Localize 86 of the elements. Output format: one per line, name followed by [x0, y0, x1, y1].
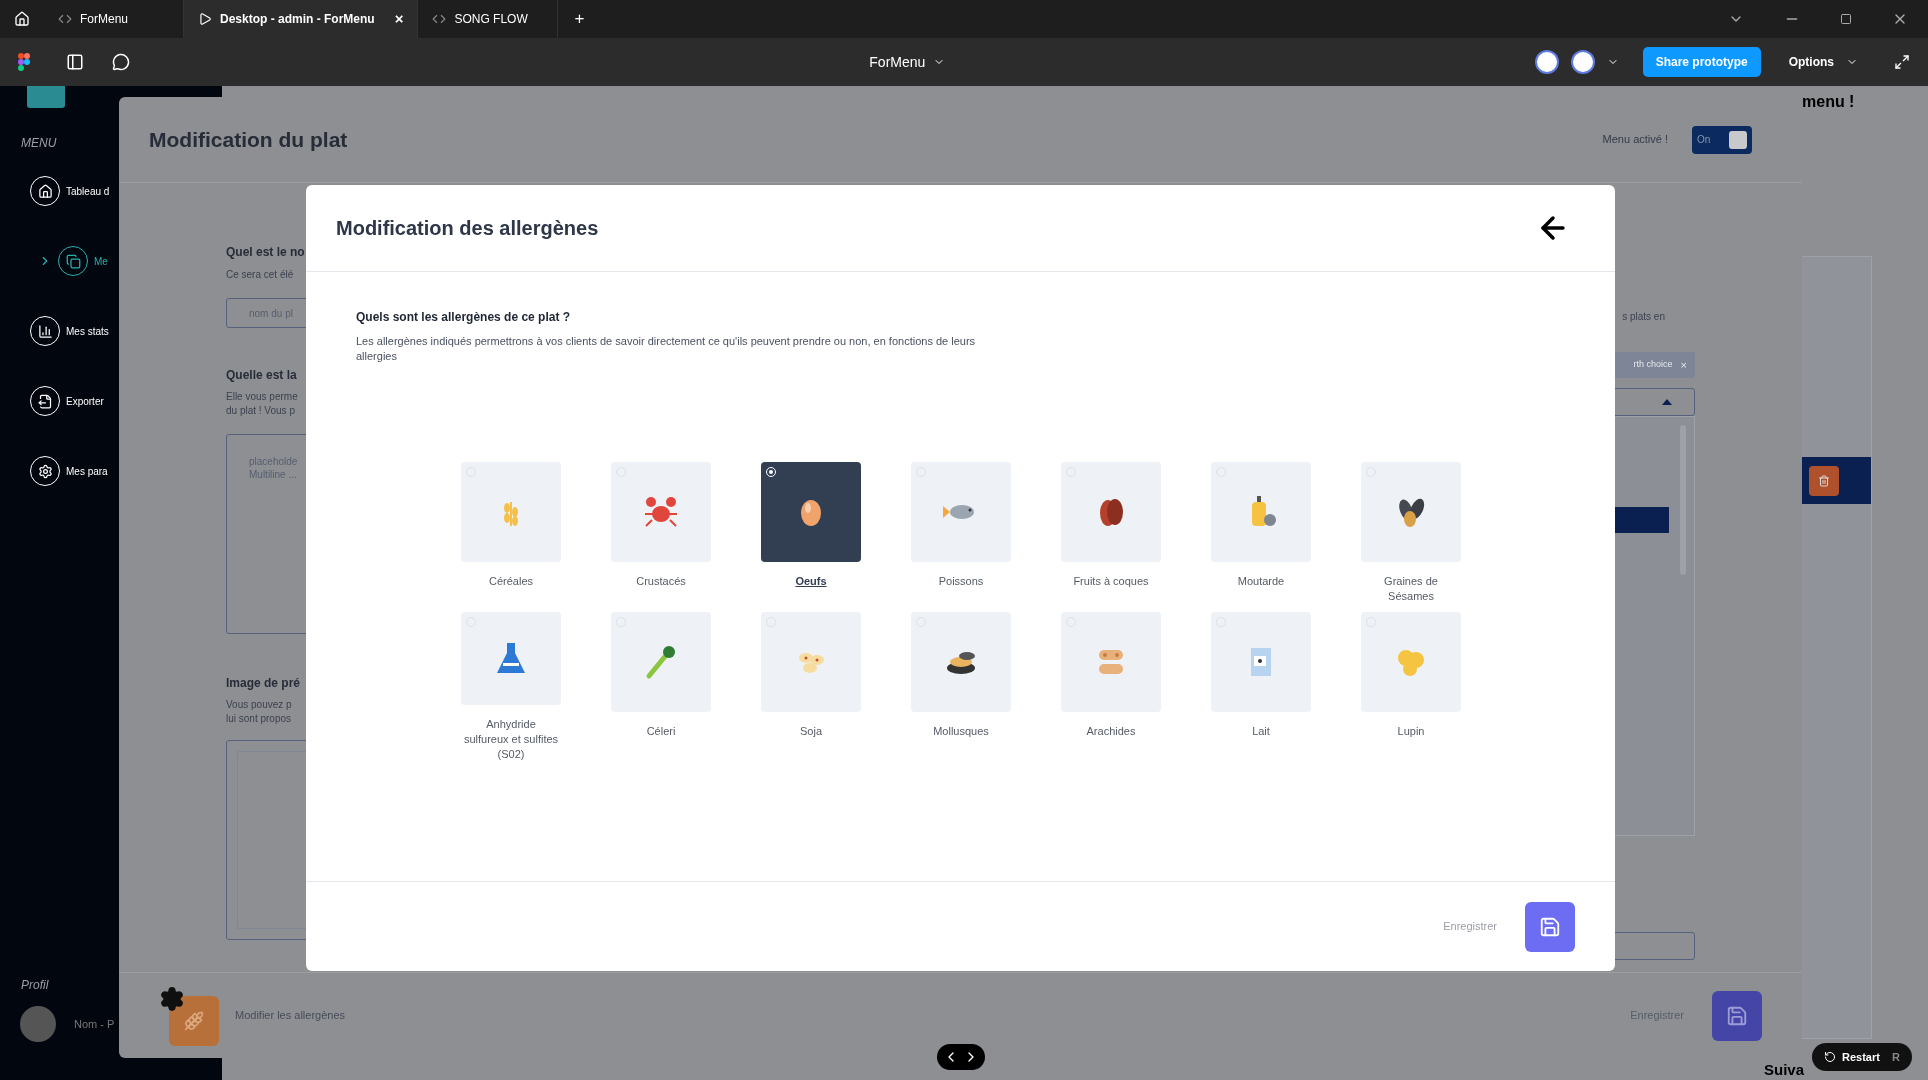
allergen-tile[interactable] [761, 462, 861, 562]
allergen-tile[interactable] [1361, 612, 1461, 712]
tab-title: ForMenu [80, 11, 129, 28]
logo-icon [27, 86, 65, 108]
allergen-tile[interactable] [611, 612, 711, 712]
toggle-switch[interactable]: On [1692, 125, 1752, 154]
logo-icon[interactable] [18, 53, 30, 71]
options-menu[interactable]: Options [1788, 53, 1834, 71]
menu-active-label: Menu activé ! [1602, 132, 1668, 148]
save-icon [1726, 1004, 1748, 1027]
tab-title: Desktop - admin - ForMenu [220, 11, 375, 28]
allergen-label: Moutarde [1236, 574, 1286, 589]
allergen-tile[interactable] [1361, 462, 1461, 562]
trash-icon [1818, 475, 1830, 487]
hint-text: Vous pouvez p [226, 698, 292, 712]
allergen-tile[interactable] [461, 612, 561, 705]
allergen-label: Graines de Sésames [1383, 574, 1439, 604]
allergen-tile[interactable] [911, 612, 1011, 712]
allergen-tile[interactable] [461, 462, 561, 562]
save-icon [1539, 915, 1561, 938]
allergen-label: Crustacés [635, 574, 687, 589]
allergen-tile[interactable] [761, 612, 861, 712]
play-icon [198, 12, 212, 26]
allergen-tile[interactable] [611, 462, 711, 562]
sidebar-item[interactable]: Mes stats [0, 316, 109, 346]
save-label: Enregistrer [1443, 919, 1497, 935]
allergen-tile[interactable] [1061, 612, 1161, 712]
allergen-tile[interactable] [911, 462, 1011, 562]
allergen-label: Oeufs [794, 574, 828, 589]
allergen-tile[interactable] [1211, 612, 1311, 712]
allergen-settings-icon[interactable] [159, 985, 219, 1046]
allergen-tile[interactable] [1061, 462, 1161, 562]
allergen-label: Céleri [645, 724, 677, 739]
menu-heading: MENU [21, 135, 57, 152]
description-text: Les allergènes indiqués permettrons à vos clients de savoir directement ce qu'ils peuvent prendre ou non, en fonctions de leurs allergies [356, 334, 977, 364]
allergen-label: Fruits à coques [1072, 574, 1150, 589]
restore-icon[interactable] [1840, 13, 1852, 25]
comment-icon[interactable] [112, 53, 130, 71]
profile-heading: Profil [21, 977, 49, 994]
home-icon[interactable] [14, 11, 30, 27]
save-button[interactable] [1712, 990, 1762, 1041]
avatar-placeholder [20, 1006, 56, 1042]
allergen-label: Céréales [488, 574, 534, 589]
question-label: Image de pré [226, 675, 301, 692]
allergen-label: Lupin [1396, 724, 1426, 739]
tab-title: SONG FLOW [454, 11, 528, 28]
hint-text: Ce sera cet élé [226, 268, 294, 282]
sidebar-item[interactable]: Tableau d [0, 176, 110, 206]
allergen-label: Poissons [937, 574, 985, 589]
trash-button[interactable] [1809, 466, 1839, 496]
sidebar-toggle-icon[interactable] [66, 53, 84, 71]
allergen-label: Arachides [1085, 724, 1137, 739]
new-tab-button[interactable]: + [574, 6, 585, 32]
avatar-icon [1570, 50, 1595, 74]
file-name[interactable]: ForMenu [869, 51, 926, 73]
allergen-tile[interactable] [1211, 462, 1311, 562]
sidebar-item[interactable]: Exporter [0, 386, 104, 416]
allergen-label: Soja [799, 724, 823, 739]
restart-button[interactable]: Restart R [1812, 1043, 1912, 1071]
question-label: Quels sont les allergènes de ce plat ? [356, 309, 572, 326]
panel-title: Modification du plat [149, 126, 348, 153]
hint-text: s plats en [1622, 310, 1665, 324]
page-heading: menu ! [1802, 92, 1855, 112]
hint-text: Elle vous perme [226, 390, 298, 404]
dialog-title: Modification des allergènes [336, 216, 599, 241]
hint-text: du plat ! Vous p [226, 404, 295, 418]
browser-tab[interactable]: Desktop - admin - ForMenu × [184, 0, 419, 38]
tab-close-button[interactable]: × [394, 7, 404, 31]
hint-text: lui sont propos [226, 712, 292, 726]
next-link[interactable]: Suiva [1764, 1061, 1805, 1079]
question-label: Quel est le no [226, 244, 305, 261]
file-icon [58, 12, 72, 26]
save-button[interactable] [1525, 901, 1575, 952]
profile-name: Nom - P [74, 1016, 115, 1032]
allergen-label: Anhydride sulfureux et sulfites (S02) [463, 717, 559, 762]
allergen-label: Mollusques [932, 724, 990, 739]
save-label: Enregistrer [1630, 1008, 1684, 1024]
expand-icon[interactable] [1894, 54, 1910, 70]
file-icon [432, 12, 447, 26]
sidebar-item[interactable]: Me [0, 246, 108, 276]
allergen-label: Lait [1251, 724, 1271, 739]
avatar-icon [1534, 50, 1559, 74]
restart-icon [1824, 1051, 1836, 1063]
question-label: Quelle est la [226, 367, 297, 384]
sidebar-item[interactable]: Mes para [0, 456, 108, 486]
caret-icon [1662, 399, 1672, 405]
